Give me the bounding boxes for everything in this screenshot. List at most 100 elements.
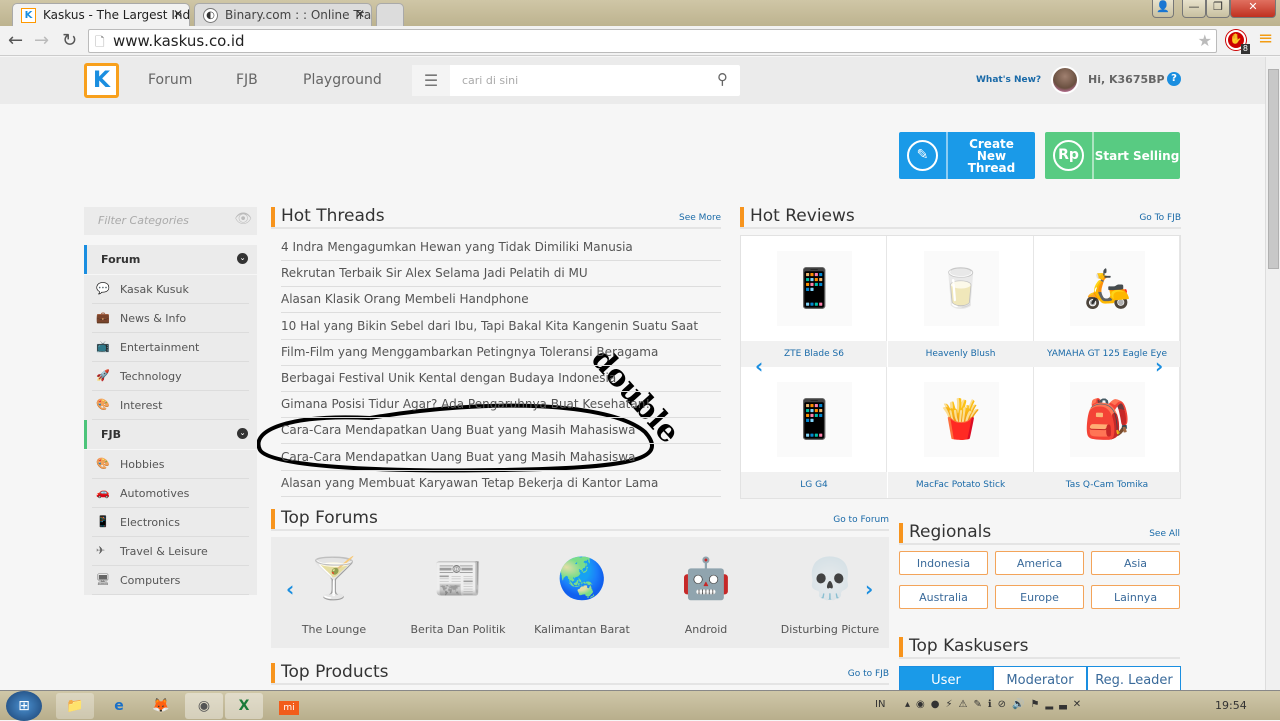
forum-item[interactable]: 🤖 Android — [651, 537, 761, 648]
search-box[interactable]: ☰ cari di sini ⚲ — [412, 65, 740, 96]
review-item[interactable]: 🛵 YAMAHA GT 125 Eagle Eye — [1034, 236, 1180, 367]
forum-item[interactable]: 💀 Disturbing Picture — [775, 537, 885, 648]
help-icon[interactable]: ? — [1167, 72, 1181, 86]
thread-link[interactable]: 4 Indra Mengagumkan Hewan yang Tidak Dim… — [281, 235, 721, 261]
forum-item[interactable]: 🍸 The Lounge — [279, 537, 389, 648]
reload-icon[interactable]: ↻ — [62, 30, 77, 51]
close-window-button[interactable]: ✕ — [1230, 0, 1276, 18]
scrollbar-thumb[interactable] — [1268, 69, 1279, 269]
region-button[interactable]: Australia — [899, 585, 988, 609]
thread-link[interactable]: Rekrutan Terbaik Sir Alex Selama Jadi Pe… — [281, 261, 721, 288]
close-tab-icon[interactable]: ✕ — [355, 7, 365, 21]
mi-taskbar-icon[interactable]: mi — [274, 693, 304, 719]
avatar[interactable] — [1051, 66, 1079, 94]
filter-categories-input[interactable]: Filter Categories 👁 — [84, 207, 257, 235]
sidebar-item-electronics[interactable]: 📱 Electronics — [84, 508, 257, 537]
see-more-link[interactable]: See More — [679, 213, 721, 223]
tab-reg-leader[interactable]: Reg. Leader — [1087, 666, 1181, 692]
adblock-extension-icon[interactable]: ✋ 8 — [1226, 30, 1250, 54]
sidebar-item-computers[interactable]: 🖥 Computers — [84, 566, 257, 595]
forward-icon[interactable]: → — [34, 30, 49, 51]
chrome-taskbar-icon[interactable]: ◉ — [185, 693, 223, 719]
language-indicator[interactable]: IN — [875, 699, 885, 710]
address-bar[interactable]: 🗋 www.kaskus.co.id ★ — [88, 29, 1217, 53]
sidebar-item-technology[interactable]: 🚀 Technology — [84, 362, 257, 391]
nav-fjb[interactable]: FJB — [236, 72, 258, 88]
sidebar-item-news-info[interactable]: 💼 News & Info — [84, 304, 257, 333]
user-greeting[interactable]: Hi, K3675BP — [1088, 73, 1165, 86]
review-item[interactable]: 🍟 MacFac Potato Stick — [887, 367, 1034, 498]
thread-link[interactable]: Alasan yang Membuat Karyawan Tetap Beker… — [281, 471, 721, 497]
tab-moderator[interactable]: Moderator — [993, 666, 1087, 692]
start-selling-button[interactable]: Rp Start Selling — [1045, 132, 1180, 179]
firefox-taskbar-icon[interactable]: 🦊 — [142, 693, 180, 719]
thread-link[interactable]: Cara-Cara Mendapatkan Uang Buat yang Mas… — [281, 445, 721, 471]
forum-item[interactable]: 🌏 Kalimantan Barat — [527, 537, 637, 648]
product-image[interactable]: 🛵 — [1070, 251, 1145, 326]
sidebar-item-automotives[interactable]: 🚗 Automotives — [84, 479, 257, 508]
sidebar-item-hobbies[interactable]: 🎨 Hobbies — [84, 450, 257, 479]
region-button[interactable]: America — [995, 551, 1084, 575]
go-to-forum-link[interactable]: Go to Forum — [833, 515, 889, 525]
thread-link[interactable]: Film-Film yang Menggambarkan Petingnya T… — [281, 340, 721, 366]
product-name[interactable]: LG G4 — [741, 472, 887, 498]
back-icon[interactable]: ← — [8, 30, 23, 51]
region-button[interactable]: Lainnya — [1091, 585, 1180, 609]
product-image[interactable]: 📱 — [777, 382, 852, 457]
start-button[interactable]: ⊞ — [6, 691, 42, 721]
restore-button[interactable]: ❐ — [1206, 0, 1230, 18]
go-to-fjb-link[interactable]: Go To FJB — [1139, 213, 1181, 223]
thread-link[interactable]: Gimana Posisi Tidur Agar? Ada Pengaruhny… — [281, 392, 721, 419]
hamburger-menu-icon[interactable]: ☰ — [412, 65, 450, 96]
clock[interactable]: 19:54 — [1215, 699, 1247, 712]
sidebar-item-entertainment[interactable]: 📺 Entertainment — [84, 333, 257, 362]
sidebar-item-interest[interactable]: 🎨 Interest — [84, 391, 257, 420]
minimize-button[interactable]: — — [1182, 0, 1206, 18]
product-image[interactable]: 🥛 — [923, 251, 999, 326]
chevron-down-icon[interactable]: ⌄ — [237, 428, 248, 439]
forum-item[interactable]: 📰 Berita Dan Politik — [403, 537, 513, 648]
product-image[interactable]: 🍟 — [923, 382, 999, 457]
chevron-down-icon[interactable]: ⌄ — [237, 253, 248, 264]
create-thread-button[interactable]: ✎ Create New Thread — [899, 132, 1035, 179]
whats-new-link[interactable]: What's New? — [976, 75, 1041, 85]
search-input[interactable]: cari di sini — [462, 74, 518, 87]
product-image[interactable]: 🎒 — [1070, 382, 1145, 457]
page-scrollbar[interactable] — [1265, 57, 1280, 690]
sidebar-section-fjb[interactable]: FJB ⌄ — [84, 420, 257, 449]
review-item[interactable]: 🥛 Heavenly Blush — [887, 236, 1034, 367]
tab-kaskus[interactable]: K Kaskus - The Largest Indo ✕ — [12, 3, 190, 26]
sidebar-item-kasak-kusuk[interactable]: 💬 Kasak Kusuk — [84, 275, 257, 304]
user-profile-icon[interactable]: 👤 — [1152, 0, 1174, 18]
nav-forum[interactable]: Forum — [148, 72, 192, 88]
chrome-menu-icon[interactable]: ≡ — [1258, 28, 1273, 49]
search-icon[interactable]: ⚲ — [717, 70, 728, 88]
kaskus-logo[interactable]: K — [84, 63, 119, 98]
thread-link[interactable]: 10 Hal yang Bikin Sebel dari Ibu, Tapi B… — [281, 314, 721, 340]
reviews-prev-arrow-icon[interactable]: ‹ — [755, 354, 763, 378]
region-button[interactable]: Indonesia — [899, 551, 988, 575]
product-name[interactable]: Heavenly Blush — [887, 341, 1034, 367]
explorer-taskbar-icon[interactable]: 📁 — [56, 693, 94, 719]
see-all-link[interactable]: See All — [1149, 529, 1180, 539]
product-name[interactable]: MacFac Potato Stick — [887, 472, 1034, 498]
ie-taskbar-icon[interactable]: e — [100, 693, 138, 719]
tab-binary[interactable]: ◐ Binary.com : : Online Tradi ✕ — [194, 3, 372, 26]
reviews-next-arrow-icon[interactable]: › — [1155, 354, 1163, 378]
nav-playground[interactable]: Playground — [303, 72, 382, 88]
review-item[interactable]: 📱 LG G4 — [741, 367, 887, 498]
region-button[interactable]: Asia — [1091, 551, 1180, 575]
thread-link[interactable]: Berbagai Festival Unik Kental dengan Bud… — [281, 366, 721, 392]
system-tray-icons[interactable]: ▴◉●⚡⚠✎ℹ⊘🔊⚑▂▃✕ — [905, 699, 1087, 710]
thread-link[interactable]: Alasan Klasik Orang Membeli Handphone — [281, 287, 721, 314]
product-name[interactable]: Tas Q-Cam Tomika — [1034, 472, 1180, 498]
excel-taskbar-icon[interactable]: X — [225, 693, 263, 719]
sidebar-section-forum[interactable]: Forum ⌄ — [84, 245, 257, 274]
thread-link[interactable]: Cara-Cara Mendapatkan Uang Buat yang Mas… — [281, 418, 721, 445]
region-button[interactable]: Europe — [995, 585, 1084, 609]
review-item[interactable]: 🎒 Tas Q-Cam Tomika — [1034, 367, 1180, 498]
product-image[interactable]: 📱 — [777, 251, 852, 326]
tab-user[interactable]: User — [899, 666, 993, 692]
sidebar-item-travel-leisure[interactable]: ✈ Travel & Leisure — [84, 537, 257, 566]
bookmark-star-icon[interactable]: ★ — [1198, 31, 1212, 50]
